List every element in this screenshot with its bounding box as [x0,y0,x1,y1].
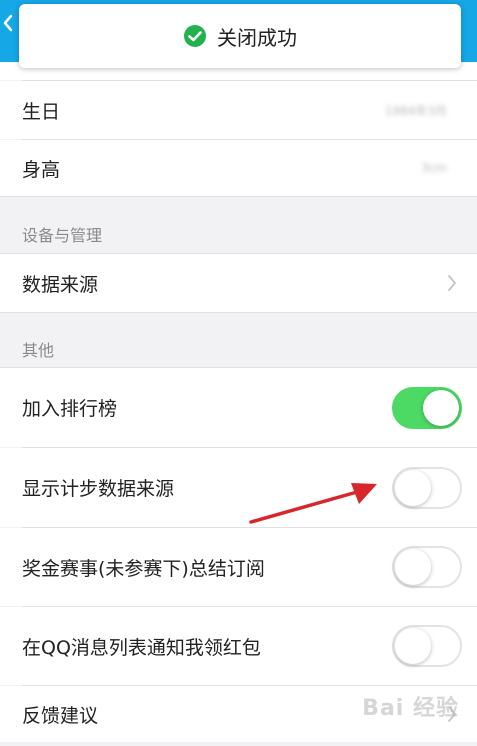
section-title-other: 其他 [22,341,55,360]
height-label: 身高 [22,158,61,181]
step-source-label: 显示计步数据来源 [22,478,175,500]
leaderboard-toggle[interactable] [392,386,462,429]
feedback-label: 反馈建议 [22,704,99,727]
toast-message: 关闭成功 [217,25,297,50]
bottom-strip [0,742,477,746]
toggle-knob [395,469,431,506]
qq-red-packet-toggle[interactable] [392,625,462,667]
qq-red-packet-label: 在QQ消息列表通知我领红包 [22,636,261,659]
birthday-label: 生日 [22,100,61,123]
qq-red-packet-row: 在QQ消息列表通知我领红包 [0,607,477,685]
divider [0,196,477,197]
toggle-knob [395,628,431,664]
success-toast: 关闭成功 [19,4,461,68]
toggle-knob [395,549,431,585]
check-circle-icon [184,25,206,47]
section-title-devices: 设备与管理 [22,226,103,245]
step-source-row: 显示计步数据来源 [0,448,477,527]
data-source-label: 数据来源 [22,273,99,296]
birthday-value: 1984年3月 [384,103,447,118]
bonus-summary-label: 奖金赛事(未参赛下)总结订阅 [22,557,265,580]
chevron-left-icon[interactable] [3,14,13,32]
settings-screen: 关闭成功 生日 1984年3月 身高 3cm 设备与管理 数据来源 其他 加入排… [0,0,477,746]
height-value: 3cm [421,161,447,175]
leaderboard-label: 加入排行榜 [22,398,118,420]
birthday-row[interactable]: 生日 1984年3月 [0,81,477,139]
annotation-arrow-icon [249,483,377,524]
step-source-toggle[interactable] [392,466,462,509]
bonus-summary-row: 奖金赛事(未参赛下)总结订阅 [0,528,477,606]
data-source-row[interactable]: 数据来源 [0,254,477,312]
height-row[interactable]: 身高 3cm [0,140,477,196]
watermark: Bai 经验 [362,696,459,721]
leaderboard-row: 加入排行榜 [0,368,477,447]
toggle-knob [423,389,459,426]
bonus-summary-toggle[interactable] [392,546,462,588]
chevron-right-icon [448,275,456,291]
divider [0,312,477,313]
